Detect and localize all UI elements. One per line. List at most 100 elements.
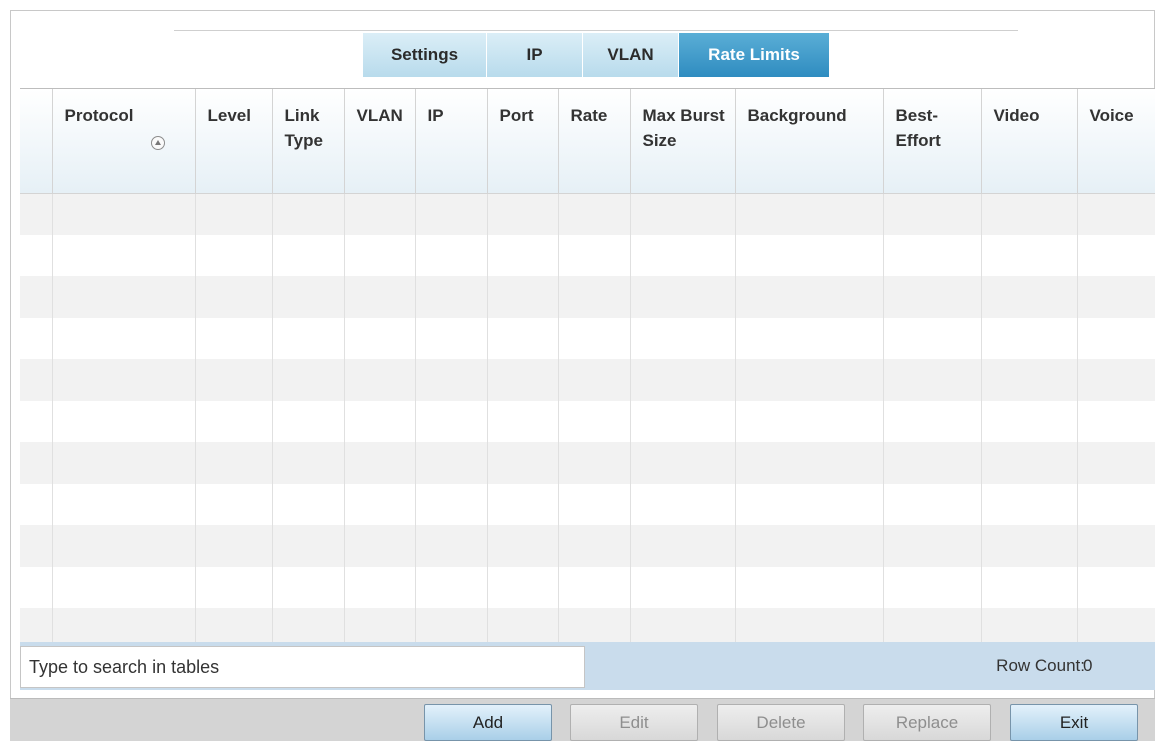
table-cell [981, 193, 1078, 235]
exit-button[interactable]: Exit [1010, 704, 1138, 741]
table-cell [195, 317, 273, 359]
column-header-level[interactable]: Level [195, 89, 273, 194]
table-cell [344, 608, 416, 642]
tab-rate-limits[interactable]: Rate Limits [679, 33, 829, 77]
table-cell [344, 234, 416, 276]
sort-ascending-icon[interactable] [150, 136, 165, 150]
column-header-vlan[interactable]: VLAN [344, 89, 416, 194]
table-cell [883, 483, 982, 525]
table-cell [52, 359, 196, 401]
table-cell [883, 317, 982, 359]
table-cell [883, 608, 982, 642]
table-cell [558, 276, 631, 318]
table-cell [981, 234, 1078, 276]
table-cell [981, 608, 1078, 642]
table-cell [344, 566, 416, 608]
column-header-background[interactable]: Background [735, 89, 884, 194]
table-cell [630, 234, 736, 276]
table-cell [883, 566, 982, 608]
table-cell [195, 608, 273, 642]
table-cell [558, 400, 631, 442]
table-cell [195, 525, 273, 567]
table-cell [415, 608, 488, 642]
table-cell [272, 317, 345, 359]
column-header-voice[interactable]: Voice [1077, 89, 1155, 194]
table-cell [735, 193, 884, 235]
table-cell [195, 483, 273, 525]
table-cell [20, 193, 53, 235]
table-cell [735, 317, 884, 359]
edit-button[interactable]: Edit [570, 704, 698, 741]
row-selector-header [20, 89, 53, 194]
tab-settings[interactable]: Settings [363, 33, 487, 77]
table-cell [20, 400, 53, 442]
column-header-rate[interactable]: Rate [558, 89, 631, 194]
table-cell [558, 317, 631, 359]
column-header-label: Protocol [64, 106, 134, 125]
tab-ip[interactable]: IP [487, 33, 583, 77]
column-header-ip[interactable]: IP [415, 89, 488, 194]
table-cell [415, 234, 488, 276]
table-cell [883, 400, 982, 442]
table-cell [272, 442, 345, 484]
column-header-video[interactable]: Video [981, 89, 1078, 194]
table-cell [195, 442, 273, 484]
table-body [20, 193, 1155, 642]
table-cell [1077, 525, 1155, 567]
table-cell [195, 566, 273, 608]
column-header-max-burst-size[interactable]: Max Burst Size [630, 89, 736, 194]
table-cell [195, 193, 273, 235]
table-cell [630, 566, 736, 608]
table-cell [272, 400, 345, 442]
column-header-best-effort[interactable]: Best-Effort [883, 89, 982, 194]
table-cell [883, 234, 982, 276]
table-cell [630, 525, 736, 567]
column-header-protocol[interactable]: Protocol [52, 89, 196, 194]
table-cell [1077, 234, 1155, 276]
table-cell [558, 525, 631, 567]
empty-table-row [20, 359, 1155, 401]
table-cell [630, 317, 736, 359]
table-cell [735, 276, 884, 318]
rate-limits-table: Protocol Level Link Type VLAN IP Port Ra… [20, 88, 1155, 643]
column-header-port[interactable]: Port [487, 89, 559, 194]
table-cell [20, 442, 53, 484]
table-cell [981, 317, 1078, 359]
table-cell [487, 608, 559, 642]
replace-button[interactable]: Replace [863, 704, 991, 741]
empty-table-row [20, 608, 1155, 642]
table-cell [272, 525, 345, 567]
table-cell [20, 525, 53, 567]
table-cell [883, 359, 982, 401]
table-cell [1077, 193, 1155, 235]
table-cell [1077, 400, 1155, 442]
empty-table-row [20, 276, 1155, 318]
table-cell [883, 525, 982, 567]
table-cell [558, 234, 631, 276]
search-input[interactable] [20, 646, 585, 688]
table-cell [558, 442, 631, 484]
table-cell [415, 525, 488, 567]
table-cell [344, 442, 416, 484]
table-cell [272, 234, 345, 276]
empty-table-row [20, 317, 1155, 359]
table-cell [344, 525, 416, 567]
table-cell [344, 317, 416, 359]
column-header-link-type[interactable]: Link Type [272, 89, 345, 194]
table-cell [344, 400, 416, 442]
table-cell [487, 566, 559, 608]
table-cell [272, 608, 345, 642]
table-cell [195, 359, 273, 401]
tab-vlan[interactable]: VLAN [583, 33, 679, 77]
empty-table-row [20, 193, 1155, 235]
table-cell [883, 276, 982, 318]
table-cell [735, 400, 884, 442]
table-cell [883, 193, 982, 235]
table-cell [630, 400, 736, 442]
table-cell [415, 400, 488, 442]
delete-button[interactable]: Delete [717, 704, 845, 741]
table-cell [272, 566, 345, 608]
table-cell [981, 525, 1078, 567]
add-button[interactable]: Add [424, 704, 552, 741]
table-cell [487, 317, 559, 359]
